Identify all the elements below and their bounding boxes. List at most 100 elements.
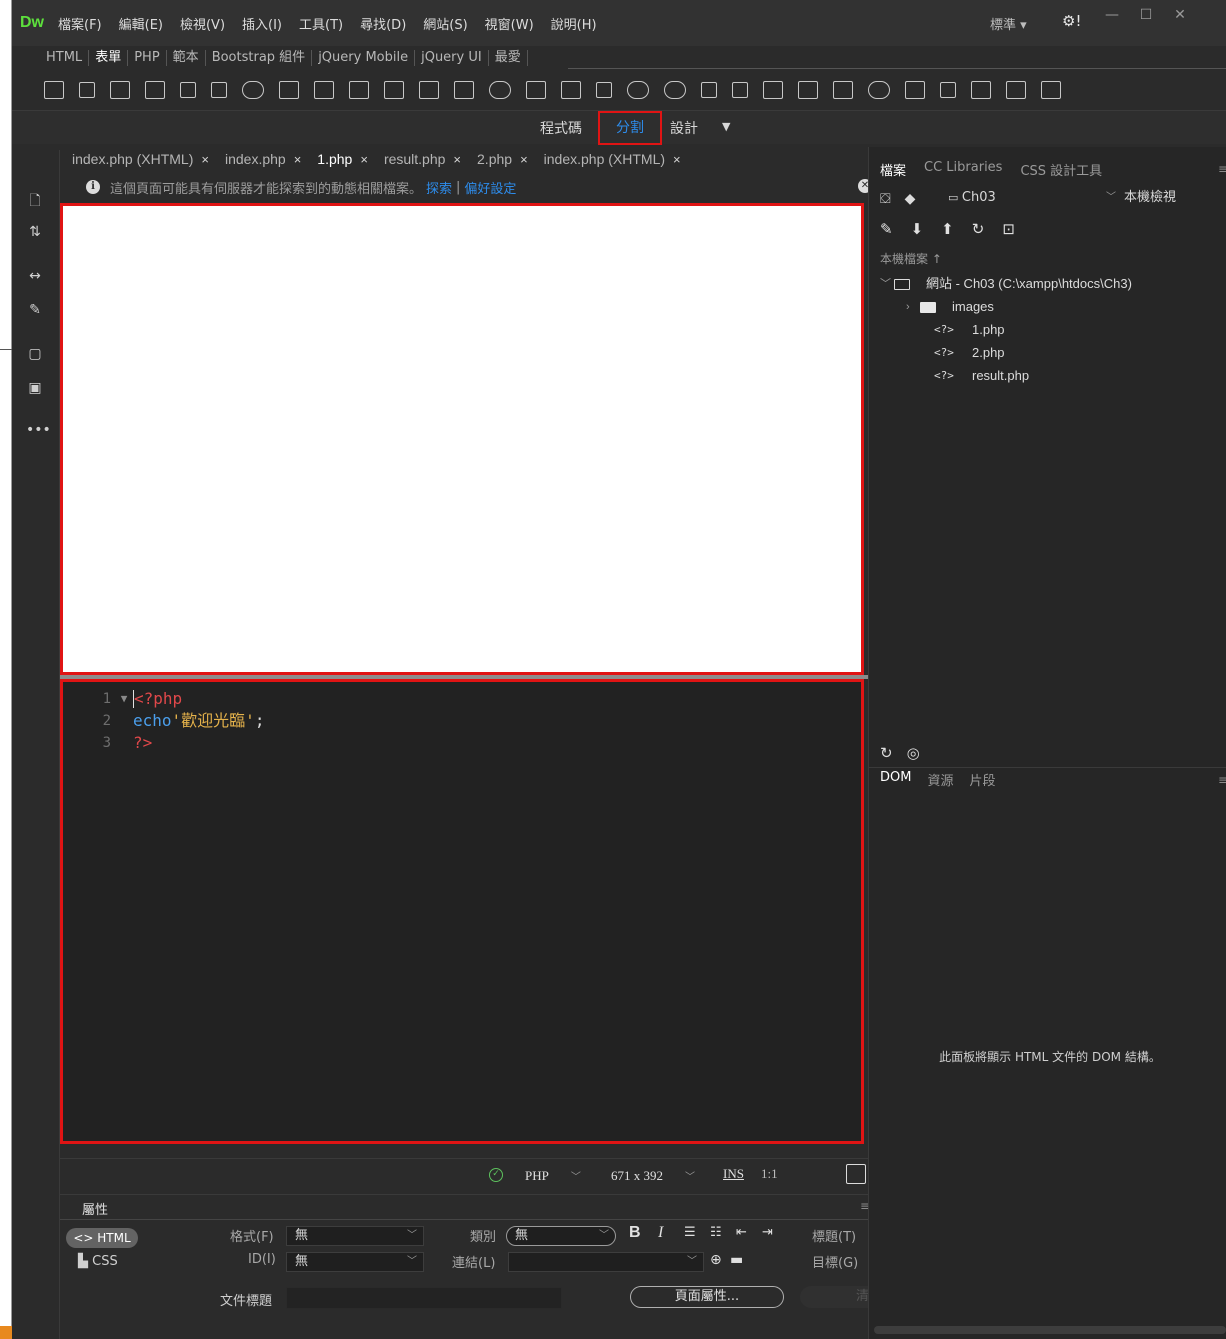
hidden-icon[interactable] bbox=[798, 81, 818, 99]
checkbox-icon[interactable] bbox=[940, 82, 956, 98]
html-mode-button[interactable]: <> HTML bbox=[66, 1228, 138, 1248]
close-icon[interactable]: × bbox=[294, 152, 302, 167]
get-files-icon[interactable]: ⬇ bbox=[911, 220, 924, 238]
image-button-icon[interactable] bbox=[763, 81, 783, 99]
close-button[interactable]: ✕ bbox=[1163, 6, 1197, 26]
insert-tab-php[interactable]: PHP bbox=[128, 50, 167, 66]
doc-title-input[interactable] bbox=[286, 1287, 562, 1309]
tab-dom[interactable]: DOM bbox=[880, 770, 911, 789]
preferences-link[interactable]: 偏好設定 bbox=[464, 178, 516, 197]
put-files-icon[interactable]: ⬆ bbox=[941, 220, 954, 238]
link-input[interactable]: ﹀ bbox=[508, 1252, 704, 1272]
discover-link[interactable]: 探索 bbox=[426, 178, 452, 197]
maximize-button[interactable]: ☐ bbox=[1129, 6, 1163, 26]
tree-item[interactable]: <?> 2.php bbox=[934, 342, 1005, 364]
panel-menu-icon[interactable]: ≡ bbox=[1218, 162, 1226, 176]
doc-tab[interactable]: 2.php × bbox=[477, 151, 528, 167]
color-icon[interactable] bbox=[349, 81, 369, 99]
doc-tab[interactable]: result.php × bbox=[384, 151, 461, 167]
page-properties-button[interactable]: 頁面屬性... bbox=[630, 1286, 784, 1308]
button-icon[interactable] bbox=[627, 81, 649, 99]
tab-snippets[interactable]: 片段 bbox=[969, 770, 995, 789]
insert-tab-favorites[interactable]: 最愛 bbox=[489, 50, 528, 66]
url-icon[interactable] bbox=[180, 82, 196, 98]
month-icon[interactable] bbox=[384, 81, 404, 99]
globe-icon[interactable]: ◎ bbox=[907, 744, 920, 762]
horizontal-scrollbar[interactable] bbox=[874, 1326, 1226, 1334]
week-icon[interactable] bbox=[419, 81, 439, 99]
label-icon[interactable] bbox=[1041, 81, 1061, 99]
code-view-button[interactable]: 程式碼 bbox=[540, 118, 582, 138]
transfer-icon[interactable]: ⇅ bbox=[26, 224, 44, 240]
datetime-icon[interactable] bbox=[526, 81, 546, 99]
point-to-file-icon[interactable]: ⊕ bbox=[710, 1252, 722, 1268]
fold-arrow-icon[interactable]: ▼ bbox=[115, 688, 133, 710]
search-icon[interactable] bbox=[242, 81, 264, 99]
insert-tab-jquery-mobile[interactable]: jQuery Mobile bbox=[312, 50, 416, 66]
password-icon[interactable] bbox=[145, 81, 165, 99]
css-mode-button[interactable]: ▙ CSS bbox=[78, 1254, 118, 1269]
menu-help[interactable]: 說明(H) bbox=[551, 14, 597, 33]
check-icon[interactable]: ✓ bbox=[489, 1168, 503, 1182]
chevron-right-icon[interactable]: › bbox=[906, 296, 920, 318]
text-field-icon[interactable] bbox=[79, 82, 95, 98]
git-icon[interactable]: ◆ bbox=[905, 191, 916, 207]
radio-group-icon[interactable] bbox=[905, 81, 925, 99]
number-icon[interactable] bbox=[279, 81, 299, 99]
comment-icon[interactable]: ▢ bbox=[26, 346, 44, 362]
time-icon[interactable] bbox=[489, 81, 511, 99]
panel-menu-icon[interactable]: ≡ bbox=[1218, 773, 1226, 787]
expand-icon[interactable]: ↔ bbox=[26, 268, 44, 284]
doctype-select[interactable]: PHP ﹀ bbox=[525, 1165, 581, 1187]
view-select[interactable]: 本機檢視 bbox=[1124, 188, 1226, 208]
italic-button[interactable]: I bbox=[658, 1224, 663, 1242]
indent-icon[interactable]: ⇥ bbox=[762, 1225, 773, 1240]
menu-find[interactable]: 尋找(D) bbox=[360, 14, 406, 33]
menu-site[interactable]: 網站(S) bbox=[423, 14, 467, 33]
tab-css-designer[interactable]: CSS 設計工具 bbox=[1020, 160, 1102, 182]
file-icon[interactable] bbox=[732, 82, 748, 98]
textarea-icon[interactable] bbox=[596, 82, 612, 98]
design-view-button[interactable]: 設計 bbox=[670, 118, 698, 138]
refresh-icon[interactable]: ↻ bbox=[880, 744, 893, 762]
menu-insert[interactable]: 插入(I) bbox=[242, 14, 282, 33]
window-size-select[interactable]: 671 x 392 ﹀ bbox=[611, 1165, 695, 1187]
tree-item[interactable]: › images bbox=[906, 296, 994, 318]
more-icon[interactable]: ••• bbox=[26, 422, 51, 438]
live-preview-icon[interactable] bbox=[846, 1164, 866, 1184]
tree-item[interactable]: <?> result.php bbox=[934, 365, 1029, 387]
ordered-list-icon[interactable]: ☷ bbox=[710, 1225, 722, 1240]
doc-tab[interactable]: index.php × bbox=[225, 151, 301, 167]
remove-comment-icon[interactable]: ▣ bbox=[26, 380, 44, 396]
code-view-pane[interactable]: 1 ▼ <?php 2 echo '歡迎光臨' ; 3 ?> bbox=[60, 679, 864, 1144]
reset-icon[interactable] bbox=[701, 82, 717, 98]
split-view-button[interactable]: 分割 bbox=[598, 111, 662, 145]
refresh-icon[interactable]: ↻ bbox=[972, 220, 985, 238]
id-select[interactable]: 無 ﹀ bbox=[286, 1252, 424, 1272]
format-select[interactable]: 無 ﹀ bbox=[286, 1226, 424, 1246]
browse-folder-icon[interactable]: ▬ bbox=[730, 1252, 743, 1268]
menu-window[interactable]: 視窗(W) bbox=[485, 14, 534, 33]
gear-icon[interactable]: ⚙! bbox=[1062, 12, 1081, 30]
close-icon[interactable]: × bbox=[673, 152, 681, 167]
bold-button[interactable]: B bbox=[629, 1224, 641, 1242]
tree-item[interactable]: <?> 1.php bbox=[934, 319, 1005, 341]
chevron-down-icon[interactable]: ▼ bbox=[722, 120, 730, 133]
close-icon[interactable]: × bbox=[453, 152, 461, 167]
close-icon[interactable]: × bbox=[520, 152, 528, 167]
tab-files[interactable]: 檔案 bbox=[880, 160, 906, 182]
insert-tab-jquery-ui[interactable]: jQuery UI bbox=[415, 50, 489, 66]
doc-tab-active[interactable]: 1.php × bbox=[317, 151, 368, 167]
menu-view[interactable]: 檢視(V) bbox=[180, 14, 225, 33]
form-icon[interactable] bbox=[44, 81, 64, 99]
menu-tools[interactable]: 工具(T) bbox=[299, 14, 343, 33]
wrap-icon[interactable]: ✎ bbox=[26, 302, 44, 318]
insert-tab-form[interactable]: 表單 bbox=[89, 50, 129, 66]
insert-mode[interactable]: INS bbox=[723, 1166, 744, 1182]
site-select[interactable]: ▭ Ch03 ﹀ bbox=[948, 188, 1116, 208]
insert-tab-template[interactable]: 範本 bbox=[167, 50, 206, 66]
email-icon[interactable] bbox=[110, 81, 130, 99]
local-files-header[interactable]: 本機檔案 ↑ bbox=[880, 250, 942, 267]
outdent-icon[interactable]: ⇤ bbox=[736, 1225, 747, 1240]
connect-icon[interactable]: ✎ bbox=[880, 220, 893, 238]
